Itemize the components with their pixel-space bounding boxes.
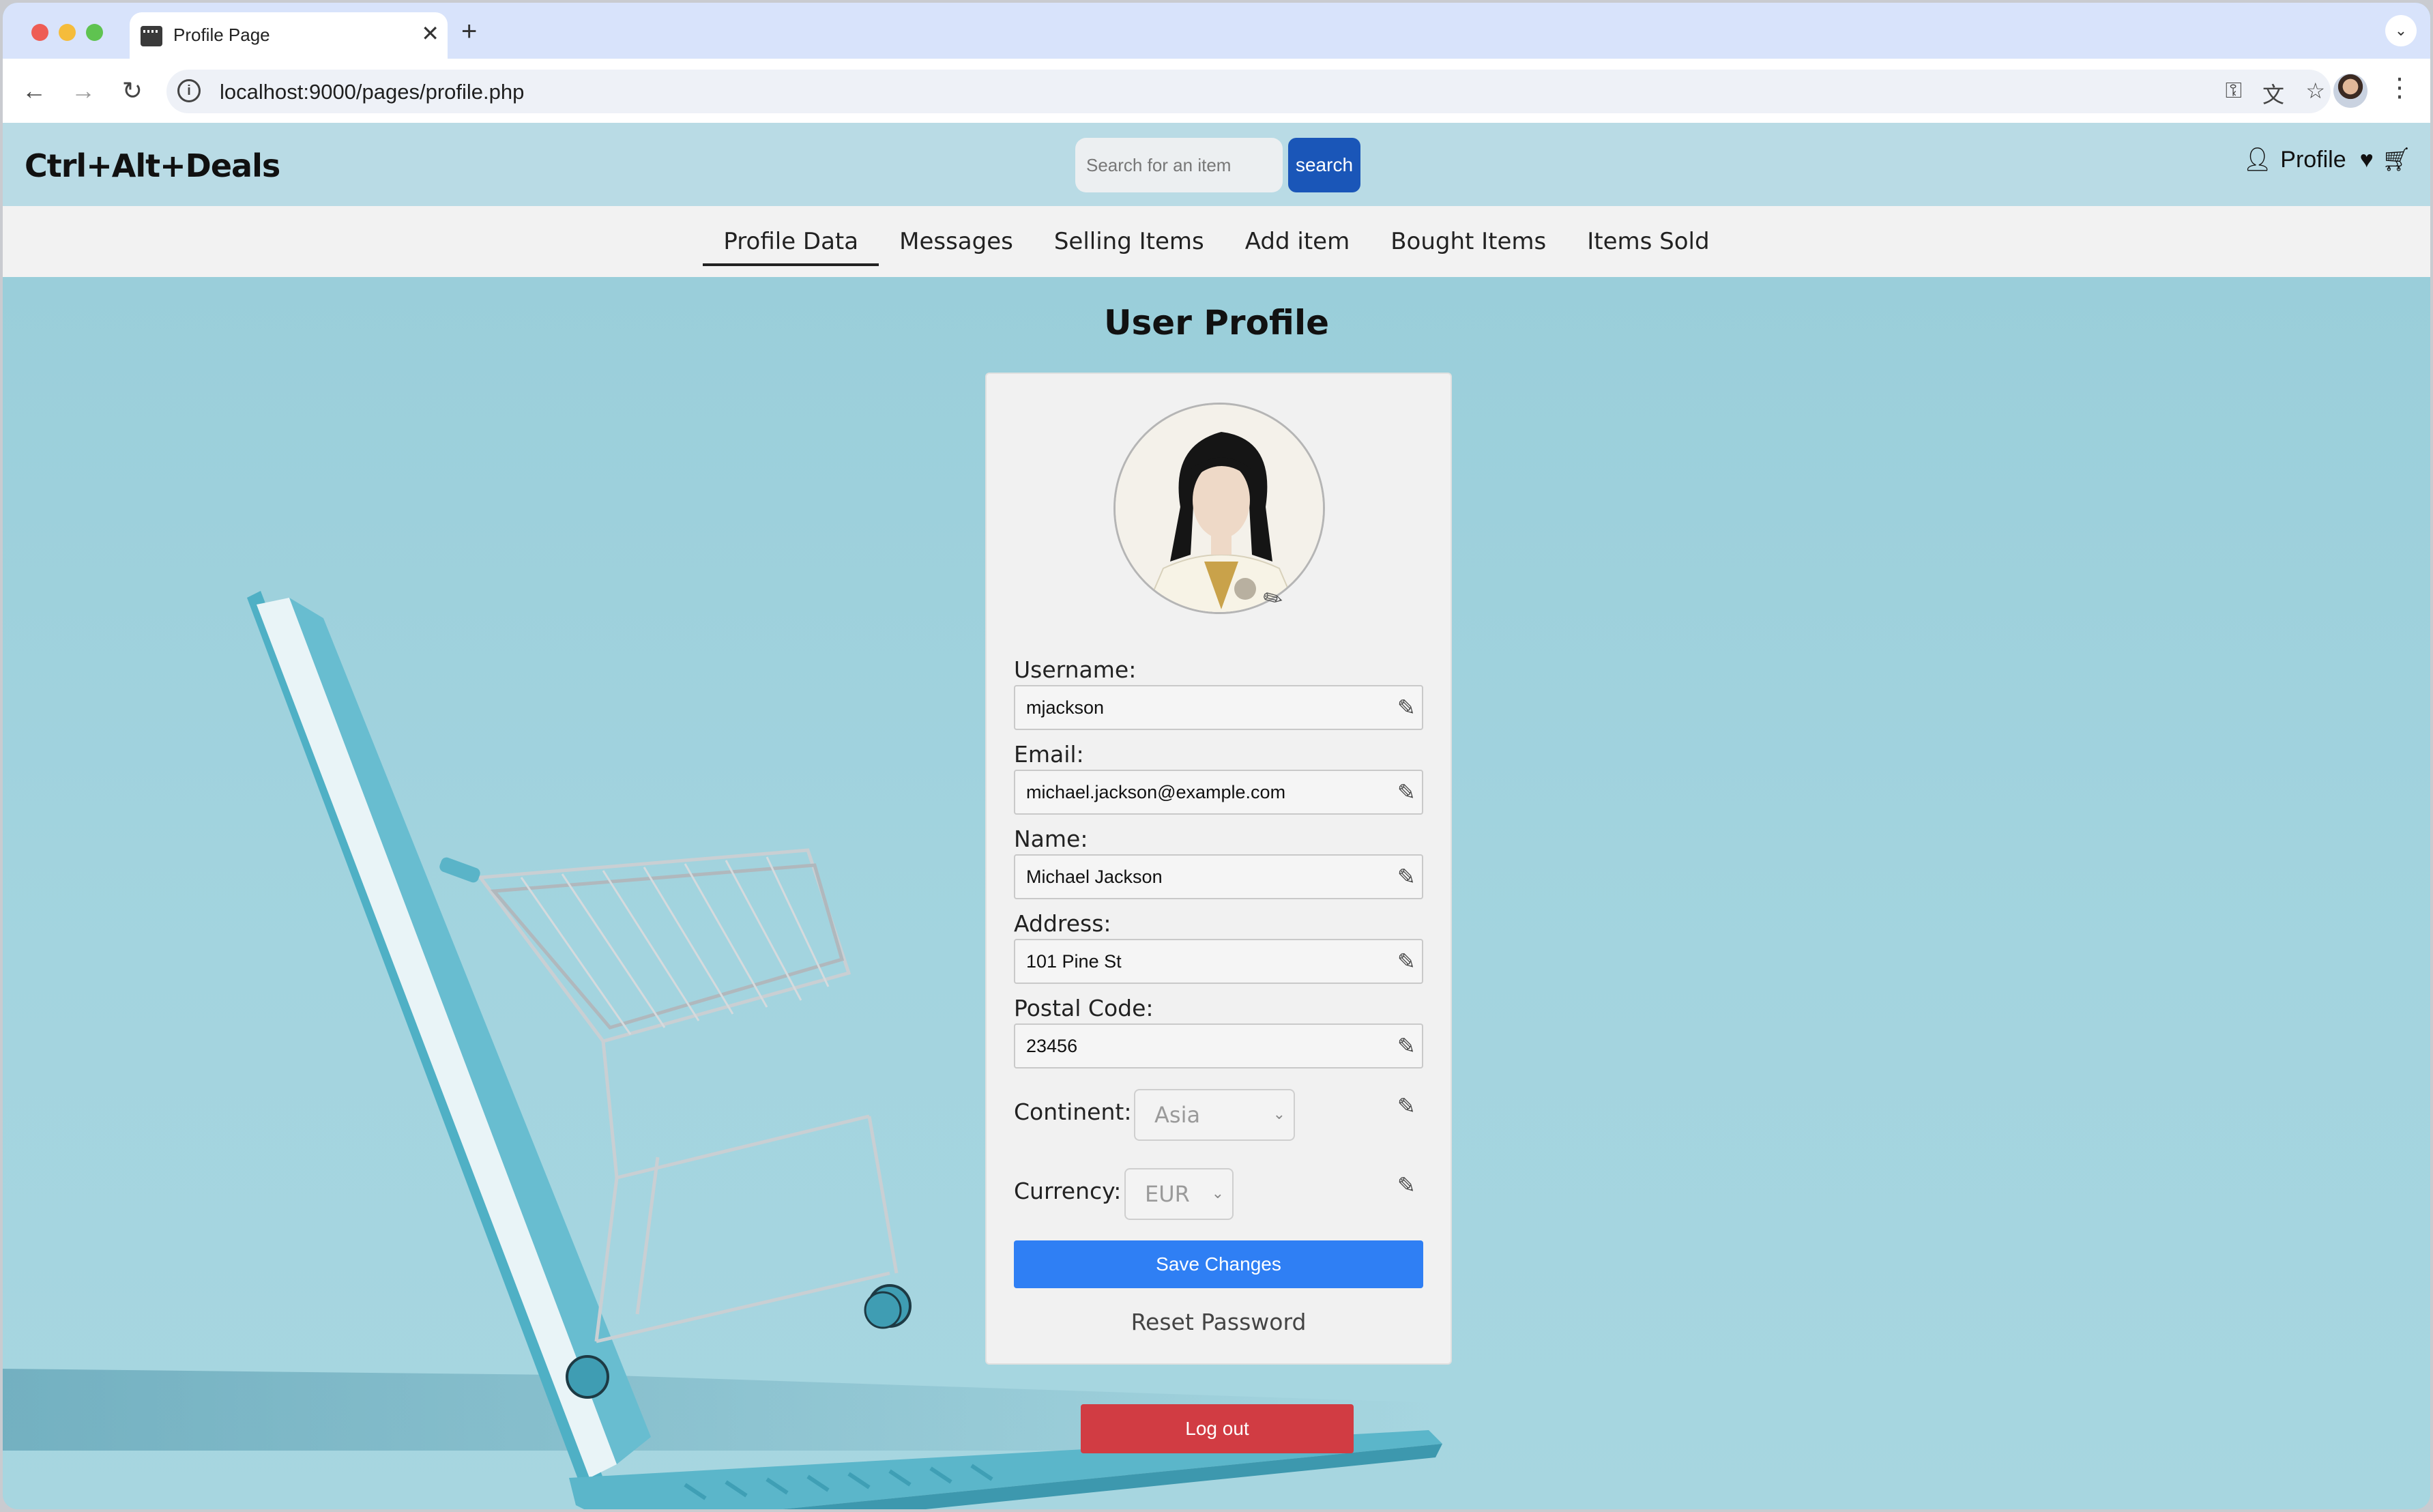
tab-bought-items[interactable]: Bought Items [1370, 206, 1567, 277]
profile-tabs: Profile Data Messages Selling Items Add … [3, 206, 2430, 277]
browser-window: Profile Page ✕ + ⌄ ← → ↻ i localhost:900… [3, 3, 2430, 1509]
edit-currency-pencil-icon[interactable]: ✎ [1397, 1172, 1416, 1198]
header-actions: 👤︎ Profile ♥ 🛒︎ [2243, 146, 2411, 173]
key-icon[interactable]: ⚿ [2226, 78, 2242, 104]
site-header: Ctrl+Alt+Deals search 👤︎ Profile ♥ 🛒︎ [3, 123, 2430, 206]
tab-title: Profile Page [173, 25, 270, 45]
page-title: User Profile [1103, 303, 1330, 343]
postal-code-label: Postal Code: [1014, 995, 1154, 1021]
postal-code-field[interactable] [1014, 1023, 1423, 1068]
email-label: Email: [1014, 741, 1084, 768]
edit-name-pencil-icon[interactable]: ✎ [1397, 864, 1416, 890]
chevron-down-icon: ⌄ [1211, 1185, 1224, 1202]
profile-photo[interactable] [1113, 403, 1325, 614]
cart-icon[interactable]: 🛒︎ [2382, 146, 2411, 173]
profile-card: ✎ Username: ✎ Email: ✎ Name: ✎ Address: … [985, 373, 1452, 1365]
email-field[interactable] [1014, 770, 1423, 815]
name-field[interactable] [1014, 854, 1423, 899]
search-input[interactable] [1075, 138, 1283, 192]
edit-email-pencil-icon[interactable]: ✎ [1397, 779, 1416, 805]
clapperboard-icon [141, 26, 162, 46]
star-icon[interactable]: ☆ [2305, 78, 2325, 104]
browser-toolbar: ← → ↻ i localhost:9000/pages/profile.php… [3, 59, 2430, 123]
edit-postal-code-pencil-icon[interactable]: ✎ [1397, 1033, 1416, 1059]
tab-messages[interactable]: Messages [879, 206, 1034, 277]
username-label: Username: [1014, 656, 1137, 683]
address-field[interactable] [1014, 939, 1423, 984]
reload-icon[interactable]: ↻ [113, 72, 151, 111]
edit-continent-pencil-icon[interactable]: ✎ [1397, 1093, 1416, 1119]
browser-profile-avatar[interactable] [2333, 74, 2368, 108]
username-field[interactable] [1014, 685, 1423, 730]
zoom-window-button[interactable] [86, 24, 103, 41]
name-label: Name: [1014, 826, 1088, 852]
forward-icon[interactable]: → [64, 72, 102, 111]
chevron-down-icon: ⌄ [1272, 1106, 1285, 1123]
reset-password-link[interactable]: Reset Password [987, 1309, 1451, 1335]
page-content: Ctrl+Alt+Deals search 👤︎ Profile ♥ 🛒︎ Pr… [3, 123, 2430, 1509]
tab-strip: Profile Page ✕ + ⌄ [3, 3, 2430, 60]
url-text[interactable]: localhost:9000/pages/profile.php [220, 80, 524, 104]
more-menu-icon[interactable]: ⋮ [2387, 72, 2413, 103]
continent-label: Continent: [1014, 1099, 1132, 1125]
continent-select[interactable]: Asia ⌄ [1134, 1089, 1295, 1141]
edit-address-pencil-icon[interactable]: ✎ [1397, 948, 1416, 974]
search-button[interactable]: search [1288, 138, 1360, 192]
close-window-button[interactable] [31, 24, 48, 41]
site-logo[interactable]: Ctrl+Alt+Deals [25, 147, 280, 184]
user-icon[interactable]: 👤︎ [2243, 146, 2272, 173]
currency-select[interactable]: EUR ⌄ [1124, 1168, 1234, 1220]
currency-value: EUR [1145, 1181, 1190, 1207]
logout-button[interactable]: Log out [1081, 1404, 1354, 1453]
continent-value: Asia [1154, 1102, 1201, 1128]
heart-icon[interactable]: ♥ [2360, 147, 2374, 173]
save-changes-button[interactable]: Save Changes [1014, 1240, 1423, 1288]
tab-items-sold[interactable]: Items Sold [1567, 206, 1730, 277]
tab-add-item[interactable]: Add item [1225, 206, 1370, 277]
new-tab-icon[interactable]: + [461, 16, 477, 47]
translate-icon[interactable]: 文 [2262, 78, 2284, 109]
close-icon[interactable]: ✕ [421, 20, 439, 46]
tab-profile-data[interactable]: Profile Data [703, 206, 879, 277]
info-icon[interactable]: i [177, 79, 201, 102]
address-bar[interactable]: i localhost:9000/pages/profile.php ⚿ 文 ☆ [166, 70, 2331, 113]
edit-username-pencil-icon[interactable]: ✎ [1397, 695, 1416, 721]
address-label: Address: [1014, 910, 1111, 937]
tab-selling-items[interactable]: Selling Items [1034, 206, 1225, 277]
chevron-down-icon[interactable]: ⌄ [2385, 15, 2417, 46]
currency-label: Currency: [1014, 1178, 1122, 1204]
back-icon[interactable]: ← [15, 72, 53, 111]
minimize-window-button[interactable] [59, 24, 76, 41]
browser-tab[interactable]: Profile Page ✕ [130, 12, 448, 60]
profile-link[interactable]: Profile [2280, 147, 2346, 173]
